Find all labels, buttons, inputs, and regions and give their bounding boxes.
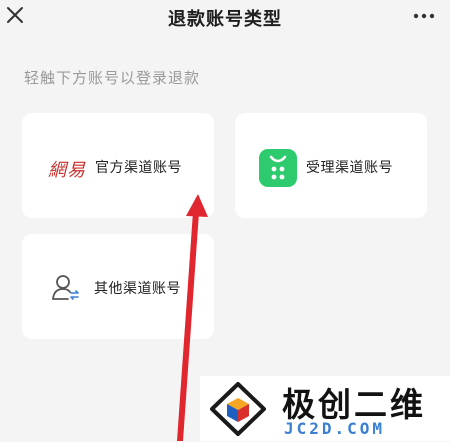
watermark: 极创二维 JC2D.COM: [200, 376, 450, 441]
app-store-bag-icon: [259, 149, 297, 187]
top-bar: 退款账号类型: [0, 0, 450, 34]
page-title: 退款账号类型: [168, 9, 282, 30]
instruction-text: 轻触下方账号以登录退款: [24, 69, 201, 87]
more-horizontal-icon: [413, 13, 435, 19]
card-label: 其他渠道账号: [94, 281, 181, 297]
agent-channel-account-card[interactable]: 受理渠道账号: [235, 113, 427, 218]
other-channel-account-card[interactable]: 其他渠道账号: [22, 234, 214, 339]
more-button[interactable]: [412, 6, 436, 26]
card-label: 官方渠道账号: [95, 160, 182, 176]
official-channel-account-card[interactable]: 網易 官方渠道账号: [22, 113, 214, 218]
netease-logo: 網易: [48, 160, 86, 181]
jc2d-logo-icon: [208, 380, 268, 442]
person-switch-icon: [50, 272, 82, 308]
card-label: 受理渠道账号: [306, 160, 393, 176]
watermark-url: JC2D.COM: [284, 419, 386, 438]
